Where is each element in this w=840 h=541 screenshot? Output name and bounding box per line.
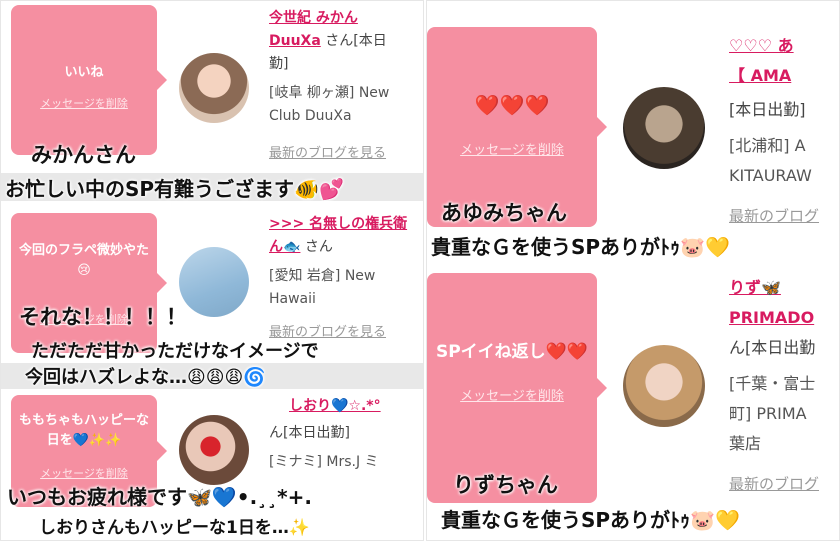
message-card: いいね メッセージを削除 — [11, 5, 167, 155]
user-name-2[interactable]: ん🐟 — [269, 239, 300, 255]
caption-main: お忙しい中のSP有難うござます🐠💕 — [5, 177, 344, 201]
caption-line-2: ただただ甘かっただけなイメージで — [31, 341, 319, 362]
card-message: ❤️❤️❤️ — [474, 93, 550, 117]
shop-line: [岐阜 柳ヶ瀬] New — [269, 85, 390, 101]
caption-name: あゆみちゃん — [441, 201, 567, 225]
caption-name: りずちゃん — [453, 473, 558, 497]
shop-line-2: 町] PRIMA — [729, 404, 807, 423]
delete-message-link[interactable]: メッセージを削除 — [11, 95, 157, 111]
user-info: ♡♡♡ あ 【 AMA [本日出勤] [北浦和] A KITAURAW 最新のブ… — [729, 31, 839, 231]
caption-line-2: しおりさんもハッピーな1日を…✨ — [39, 518, 310, 538]
shop-line-2: KITAURAW — [729, 166, 812, 185]
user-name-2[interactable]: DuuXa — [269, 33, 321, 49]
user-info: りず🦋 PRIMADO ん[本日出勤 [千葉・富士 町] PRIMA 葉店 最新… — [729, 273, 839, 499]
avatar[interactable] — [179, 53, 249, 123]
delete-message-link[interactable]: メッセージを削除 — [427, 139, 597, 158]
user-name[interactable]: りず🦋 — [729, 273, 839, 303]
user-name[interactable]: 今世紀 みかん — [269, 7, 423, 30]
card-message: SPイイね返し❤️❤️ — [435, 342, 589, 362]
user-name[interactable]: ♡♡♡ あ — [729, 31, 839, 61]
latest-blog-link[interactable]: 最新のブログを見る — [269, 142, 423, 165]
caption-main: 貴重なＧを使うSPありがﾄｩ🐷💛 — [427, 231, 734, 260]
card-message: ももちゃもハッピーな日を💙✨✨ — [18, 413, 149, 448]
status-text: [本日出勤] — [729, 100, 806, 119]
shop-line: [千葉・富士 — [729, 374, 816, 393]
user-info: 今世紀 みかん DuuXa さん[本日 勤] [岐阜 柳ヶ瀬] New Club… — [269, 7, 423, 165]
message-card: 今回のフラペ微妙やた😢 メッセージを削除 — [11, 213, 167, 353]
avatar[interactable] — [623, 87, 705, 169]
user-name-2[interactable]: 【 AMA — [729, 61, 839, 91]
avatar[interactable] — [179, 247, 249, 317]
user-name[interactable]: しおり💙☆.*° — [269, 395, 423, 418]
delete-message-link[interactable]: メッセージを削除 — [11, 465, 157, 481]
delete-message-link[interactable]: メッセージを削除 — [427, 385, 597, 404]
shop-line-2: Club DuuXa — [269, 108, 352, 124]
card-message: いいね — [64, 65, 104, 80]
status-text: さん[本日 — [325, 33, 387, 49]
caption-name: みかんさん — [31, 143, 136, 167]
status-text-2: 勤] — [269, 56, 289, 72]
caption-line: それな！！！！！ — [19, 305, 187, 329]
avatar[interactable] — [179, 415, 249, 485]
card-message: 今回のフラペ微妙やた😢 — [18, 243, 149, 278]
caption-main: 貴重なＧを使うSPありがﾄｩ🐷💛 — [437, 504, 744, 533]
status-text: ん[本日出勤 — [729, 338, 816, 357]
latest-blog-link[interactable]: 最新のブログ — [729, 469, 839, 499]
user-name-2[interactable]: PRIMADO — [729, 303, 839, 333]
latest-blog-link[interactable]: 最新のブログ — [729, 201, 839, 231]
shop-line-3: 葉店 — [729, 434, 762, 453]
shop-line: [愛知 岩倉] New — [269, 268, 376, 284]
shop-line-2: Hawaii — [269, 291, 316, 307]
status-text: ん[本日出勤] — [269, 425, 350, 441]
left-panel: いいね メッセージを削除 今世紀 みかん DuuXa さん[本日 勤] [岐阜 … — [0, 0, 424, 541]
user-info: しおり💙☆.*° ん[本日出勤] [ミナミ] Mrs.J ミ — [269, 395, 423, 474]
caption-line: いつもお疲れ様です🦋💙•.¸¸*+. — [7, 485, 312, 509]
right-panel: ❤️❤️❤️ メッセージを削除 ♡♡♡ あ 【 AMA [本日出勤] [北浦和]… — [426, 0, 840, 541]
status-text: さん — [304, 239, 333, 255]
user-name[interactable]: >>> 名無しの権兵衛 — [269, 213, 423, 236]
shop-line: [ミナミ] Mrs.J ミ — [269, 454, 379, 470]
user-info: >>> 名無しの権兵衛 ん🐟 さん [愛知 岩倉] New Hawaii 最新の… — [269, 213, 423, 344]
caption-line-3: 今回はハズレよな…😩😩😩🌀 — [25, 367, 266, 388]
shop-line: [北浦和] A — [729, 136, 806, 155]
avatar[interactable] — [623, 345, 705, 427]
